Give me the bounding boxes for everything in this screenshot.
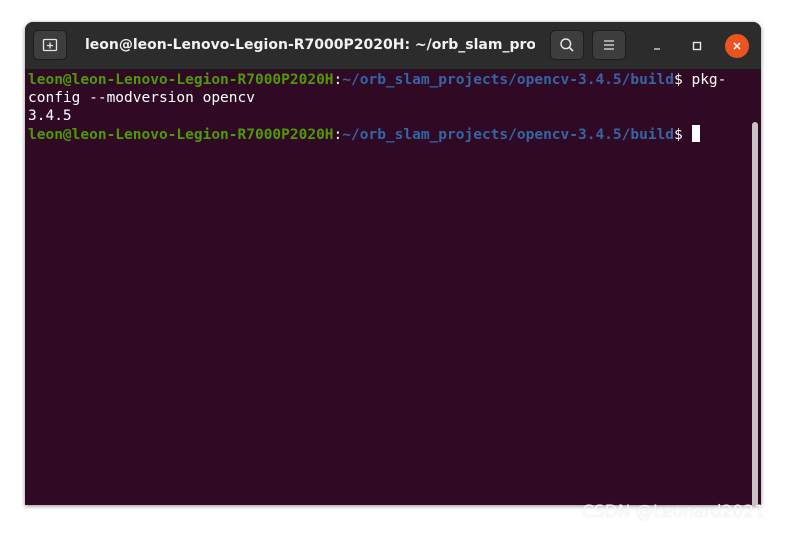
prompt-path: ~/orb_slam_projects/opencv-3.4.5/build	[342, 72, 675, 88]
hamburger-menu-icon	[604, 40, 614, 50]
minimize-button[interactable]	[645, 34, 669, 58]
terminal-line: 3.4.5	[28, 107, 72, 125]
new-tab-icon	[42, 38, 58, 52]
terminal-window: leon@leon-Lenovo-Legion-R7000P2020H: ~/o…	[25, 22, 761, 505]
maximize-button[interactable]	[685, 34, 709, 58]
command-text: $ pkg-	[674, 72, 727, 88]
menu-button[interactable]	[592, 30, 626, 60]
terminal-line: leon@leon-Lenovo-Legion-R7000P2020H:~/or…	[28, 125, 701, 143]
prompt-user-host: leon@leon-Lenovo-Legion-R7000P2020H	[28, 72, 334, 88]
text-cursor	[692, 125, 701, 142]
minimize-icon	[654, 48, 660, 50]
terminal-output[interactable]: leon@leon-Lenovo-Legion-R7000P2020H:~/or…	[25, 70, 761, 505]
terminal-line: leon@leon-Lenovo-Legion-R7000P2020H:~/or…	[28, 71, 726, 89]
maximize-icon	[692, 41, 702, 51]
new-tab-button[interactable]	[33, 30, 67, 60]
close-button[interactable]	[725, 34, 749, 58]
prompt-user-host: leon@leon-Lenovo-Legion-R7000P2020H	[28, 127, 334, 143]
prompt-symbol: $	[674, 127, 692, 143]
title-bar[interactable]: leon@leon-Lenovo-Legion-R7000P2020H: ~/o…	[25, 22, 761, 70]
command-text: config --modversion opencv	[28, 90, 255, 106]
terminal-line: config --modversion opencv	[28, 89, 255, 107]
close-icon	[733, 42, 741, 50]
watermark: CSDN @Leonard2021	[582, 502, 765, 522]
search-icon	[560, 38, 574, 52]
output-text: 3.4.5	[28, 108, 72, 124]
scrollbar[interactable]	[752, 122, 758, 505]
window-title: leon@leon-Lenovo-Legion-R7000P2020H: ~/o…	[85, 37, 535, 53]
search-button[interactable]	[550, 30, 584, 60]
prompt-colon: :	[333, 72, 343, 88]
prompt-path: ~/orb_slam_projects/opencv-3.4.5/build	[342, 127, 675, 143]
prompt-colon: :	[333, 127, 343, 143]
